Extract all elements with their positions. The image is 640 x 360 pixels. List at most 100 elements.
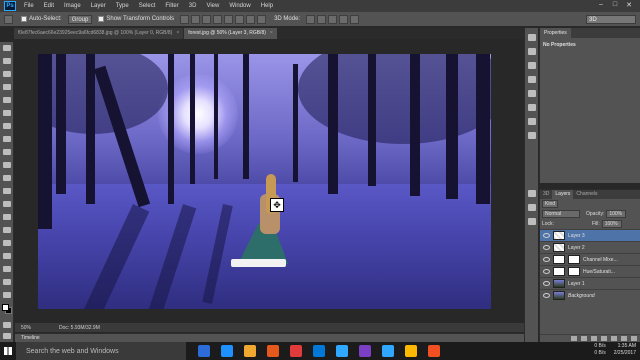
visibility-eye-icon[interactable] bbox=[543, 269, 550, 274]
auto-select-dropdown[interactable]: Group bbox=[67, 14, 93, 24]
character-panel-icon[interactable] bbox=[528, 90, 536, 97]
new-adjustment-icon[interactable] bbox=[601, 336, 607, 341]
align-middle-icon[interactable] bbox=[191, 14, 201, 24]
visibility-eye-icon[interactable] bbox=[543, 257, 550, 262]
kind-filter-select[interactable]: Kind bbox=[542, 200, 559, 208]
align-top-icon[interactable] bbox=[180, 14, 190, 24]
menu-help[interactable]: Help bbox=[261, 3, 273, 9]
delete-layer-icon[interactable] bbox=[631, 336, 637, 341]
taskbar-app-icon[interactable] bbox=[405, 345, 417, 357]
layer-style-icon[interactable] bbox=[581, 336, 587, 341]
brush-tool-icon[interactable] bbox=[3, 136, 11, 142]
tab-properties[interactable]: Properties bbox=[540, 28, 571, 38]
maximize-button[interactable]: □ bbox=[608, 1, 622, 9]
quick-mask-icon[interactable] bbox=[3, 322, 11, 328]
add-mask-icon[interactable] bbox=[591, 336, 597, 341]
visibility-eye-icon[interactable] bbox=[543, 233, 550, 238]
distribute-icon[interactable] bbox=[246, 14, 256, 24]
link-layers-icon[interactable] bbox=[571, 336, 577, 341]
channels-panel-icon[interactable] bbox=[528, 204, 536, 211]
taskbar-app-icon[interactable] bbox=[382, 345, 394, 357]
tab-channels[interactable]: Channels bbox=[573, 190, 600, 199]
menu-3d[interactable]: 3D bbox=[189, 3, 197, 9]
layer-row[interactable]: Background bbox=[540, 289, 640, 301]
healing-brush-tool-icon[interactable] bbox=[3, 123, 11, 129]
eraser-tool-icon[interactable] bbox=[3, 175, 11, 181]
fill-field[interactable]: 100% bbox=[601, 220, 622, 228]
align-right-icon[interactable] bbox=[235, 14, 245, 24]
orbit-3d-icon[interactable] bbox=[306, 14, 316, 24]
eyedropper-tool-icon[interactable] bbox=[3, 110, 11, 116]
tab-layers[interactable]: Layers bbox=[552, 190, 574, 199]
roll-3d-icon[interactable] bbox=[317, 14, 327, 24]
align-bottom-icon[interactable] bbox=[202, 14, 212, 24]
move-tool-icon[interactable] bbox=[3, 45, 11, 51]
taskbar-app-icon[interactable] bbox=[290, 345, 302, 357]
type-tool-icon[interactable] bbox=[3, 240, 11, 246]
visibility-eye-icon[interactable] bbox=[543, 245, 550, 250]
taskbar-app-icon[interactable] bbox=[359, 345, 371, 357]
tab-close-icon[interactable]: × bbox=[270, 28, 273, 39]
quick-select-tool-icon[interactable] bbox=[3, 84, 11, 90]
taskbar-clock[interactable]: 1:35 AM 2/25/2017 bbox=[614, 343, 636, 357]
path-select-tool-icon[interactable] bbox=[3, 253, 11, 259]
menu-edit[interactable]: Edit bbox=[44, 3, 54, 9]
history-brush-tool-icon[interactable] bbox=[3, 162, 11, 168]
distribute-h-icon[interactable] bbox=[257, 14, 267, 24]
pen-tool-icon[interactable] bbox=[3, 227, 11, 233]
taskbar-app-icon[interactable] bbox=[267, 345, 279, 357]
layer-row[interactable]: Channel Mixe... bbox=[540, 253, 640, 265]
menu-view[interactable]: View bbox=[206, 3, 219, 9]
layer-row[interactable]: Layer 2 bbox=[540, 241, 640, 253]
tab-close-icon[interactable]: × bbox=[176, 28, 179, 39]
pan-3d-icon[interactable] bbox=[328, 14, 338, 24]
document-canvas[interactable]: ✥ bbox=[38, 54, 491, 309]
auto-select-option[interactable]: Auto-Select: bbox=[21, 16, 62, 22]
timeline-panel[interactable]: Timeline bbox=[15, 333, 524, 342]
taskbar-app-icon[interactable] bbox=[336, 345, 348, 357]
info-panel-icon[interactable] bbox=[528, 118, 536, 125]
brush-panel-icon[interactable] bbox=[528, 132, 536, 139]
show-transform-checkbox[interactable] bbox=[98, 16, 105, 22]
move-tool-preset[interactable] bbox=[4, 14, 15, 24]
taskbar-app-icon[interactable] bbox=[428, 345, 440, 357]
taskbar-app-icon[interactable] bbox=[244, 345, 256, 357]
menu-type[interactable]: Type bbox=[116, 3, 129, 9]
menu-layer[interactable]: Layer bbox=[91, 3, 106, 9]
actions-panel-icon[interactable] bbox=[528, 48, 536, 55]
scale-3d-icon[interactable] bbox=[350, 14, 360, 24]
crop-tool-icon[interactable] bbox=[3, 97, 11, 103]
blend-mode-select[interactable]: Normal bbox=[542, 210, 580, 218]
gradient-tool-icon[interactable] bbox=[3, 188, 11, 194]
lasso-tool-icon[interactable] bbox=[3, 71, 11, 77]
taskbar-app-icon[interactable] bbox=[313, 345, 325, 357]
visibility-eye-icon[interactable] bbox=[543, 293, 550, 298]
clone-stamp-tool-icon[interactable] bbox=[3, 149, 11, 155]
visibility-eye-icon[interactable] bbox=[543, 281, 550, 286]
marquee-tool-icon[interactable] bbox=[3, 58, 11, 64]
layer-row[interactable]: Layer 3 bbox=[540, 229, 640, 241]
start-button[interactable] bbox=[0, 342, 16, 360]
tab-3d[interactable]: 3D bbox=[540, 190, 552, 199]
align-left-icon[interactable] bbox=[213, 14, 223, 24]
new-group-icon[interactable] bbox=[611, 336, 617, 341]
taskbar-search[interactable]: Search the web and Windows bbox=[16, 342, 186, 360]
layers-panel-icon[interactable] bbox=[528, 190, 536, 197]
zoom-level[interactable]: 50% bbox=[21, 325, 31, 331]
layer-row[interactable]: Layer 1 bbox=[540, 277, 640, 289]
foreground-color-swatch[interactable] bbox=[2, 304, 9, 311]
slide-3d-icon[interactable] bbox=[339, 14, 349, 24]
show-transform-option[interactable]: Show Transform Controls bbox=[98, 16, 174, 22]
paths-panel-icon[interactable] bbox=[528, 218, 536, 225]
menu-file[interactable]: File bbox=[24, 3, 34, 9]
taskbar-app-icon[interactable] bbox=[198, 345, 210, 357]
auto-select-checkbox[interactable] bbox=[21, 16, 27, 22]
align-center-icon[interactable] bbox=[224, 14, 234, 24]
taskbar-app-icon[interactable] bbox=[221, 345, 233, 357]
new-layer-icon[interactable] bbox=[621, 336, 627, 341]
layer-row[interactable]: Hue/Saturati... bbox=[540, 265, 640, 277]
tab-document-2[interactable]: forest.jpg @ 50% (Layer 3, RGB/8) × bbox=[184, 28, 277, 39]
menu-select[interactable]: Select bbox=[139, 3, 156, 9]
history-panel-icon[interactable] bbox=[528, 34, 536, 41]
workspace-select[interactable]: 3D bbox=[586, 15, 636, 24]
